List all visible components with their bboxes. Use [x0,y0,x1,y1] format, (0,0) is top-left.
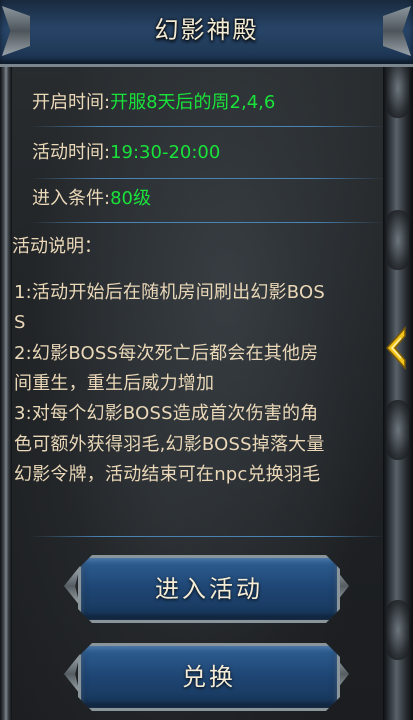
left-frame [0,0,12,720]
activity-panel: 幻影神殿 开启时间:开服8天后的周2,4,6 活动时间:19:30-20:00 … [0,0,413,720]
button-ornament-left [64,654,80,694]
divider [30,178,385,179]
button-ornament-left [64,566,80,606]
frame-ornament-mid [387,210,409,270]
divider [30,222,385,223]
open-time-row: 开启时间:开服8天后的周2,4,6 [32,88,275,118]
description-line: 幻影令牌，活动结束可在npc兑换羽毛 [14,464,321,485]
page-title: 幻影神殿 [154,16,259,44]
requirement-label: 进入条件: [32,188,111,209]
description-line: 间重生，重生后威力增加 [14,373,215,394]
exchange-button[interactable]: 兑换 [78,643,340,711]
divider [30,126,385,127]
frame-ornament-top [387,58,409,118]
frame-ornament-low [387,400,409,460]
activity-time-value: 19:30-20:00 [110,142,221,163]
activity-time-label: 活动时间: [32,142,111,163]
description-line: S [14,312,26,333]
title-bar: 幻影神殿 [0,0,413,67]
activity-time-row: 活动时间:19:30-20:00 [32,138,220,168]
description-line: 色可额外获得羽毛,幻影BOSS掉落大量 [14,434,325,455]
chevron-left-icon[interactable] [383,326,409,370]
requirement-value: 80级 [110,188,151,209]
description-line: 2:幻影BOSS每次死亡后都会在其他房 [14,343,319,364]
open-time-value: 开服8天后的周2,4,6 [110,92,276,113]
enter-activity-button[interactable]: 进入活动 [78,555,340,623]
divider [30,536,385,537]
description-line: 3:对每个幻影BOSS造成首次伤害的角 [14,403,319,424]
open-time-label: 开启时间: [32,92,111,113]
frame-ornament-bottom [387,600,409,660]
description-line: 1:活动开始后在随机房间刷出幻影BOS [14,282,325,303]
description-title: 活动说明： [12,236,102,257]
requirement-row: 进入条件:80级 [32,184,151,214]
